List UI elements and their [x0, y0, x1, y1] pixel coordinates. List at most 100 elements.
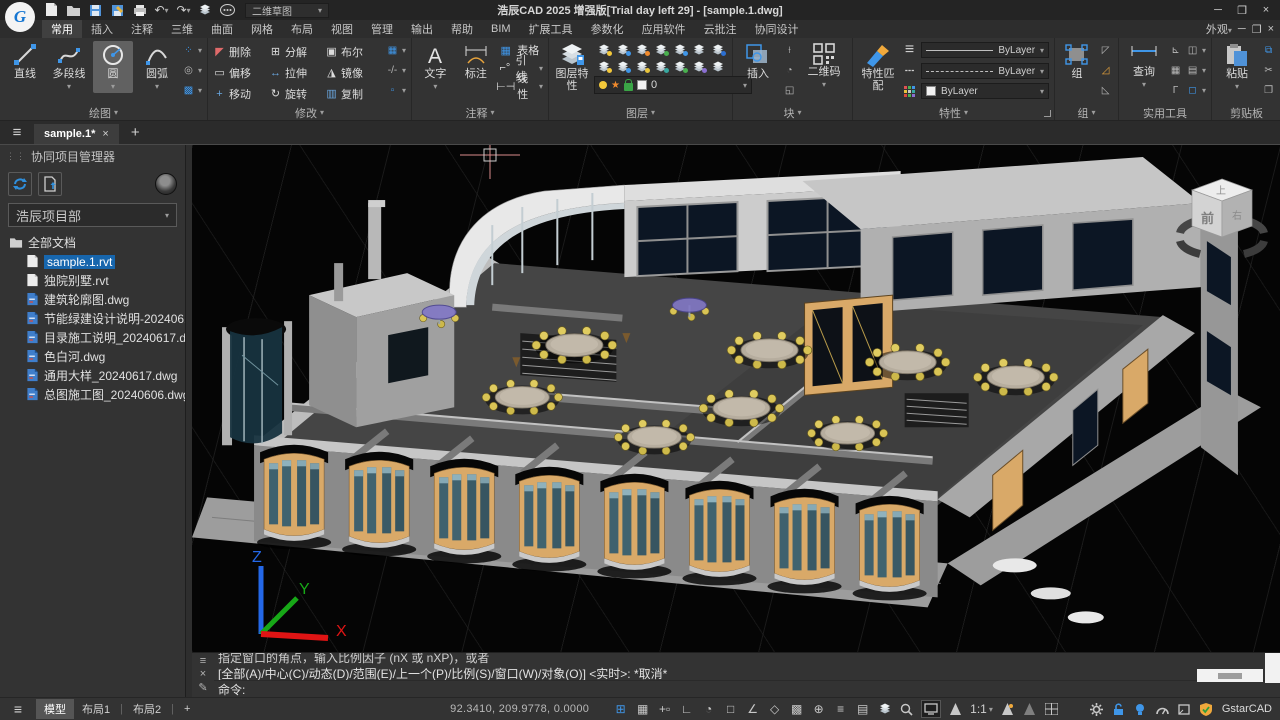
- quick-select-icon[interactable]: ◻: [1185, 85, 1200, 96]
- polar-tracking-icon[interactable]: ◔: [701, 702, 716, 716]
- tab-close-icon[interactable]: ×: [102, 128, 108, 140]
- grid-icon[interactable]: ▦: [635, 702, 650, 716]
- drag-handle-icon[interactable]: ⋮⋮: [6, 151, 26, 162]
- appearance-menu[interactable]: 外观▾: [1206, 21, 1232, 37]
- command-line-panel[interactable]: ≡ × ✎ 指定窗口的角点，输入比例因子 (nX 或 nXP)，或者 [全部(A…: [192, 652, 1280, 697]
- fullscreen-icon[interactable]: [1177, 704, 1192, 715]
- scale-tool-icon[interactable]: ▫: [385, 85, 400, 96]
- annotation-scale-control[interactable]: 1:1▾: [970, 702, 993, 716]
- move-button[interactable]: +移动: [213, 83, 269, 104]
- angle-measure-icon[interactable]: ⊾: [1168, 45, 1183, 56]
- object-snap-icon[interactable]: □: [723, 702, 738, 716]
- tree-root-folder[interactable]: 全部文档: [0, 233, 185, 252]
- tab-surface[interactable]: 曲面: [202, 20, 242, 38]
- status-menu-icon[interactable]: ≡: [0, 701, 36, 717]
- break-icon[interactable]: -/-: [385, 65, 400, 76]
- snap-mode-icon[interactable]: +▫: [657, 702, 672, 716]
- tab-view[interactable]: 视图: [322, 20, 362, 38]
- ungroup-icon[interactable]: ◸: [1098, 45, 1113, 56]
- group-label-properties[interactable]: 特性▾: [853, 105, 1054, 120]
- gstarcad-logo[interactable]: G: [5, 2, 35, 32]
- line-button[interactable]: 直线: [5, 41, 45, 80]
- save-as-icon[interactable]: [110, 3, 125, 18]
- group-label-draw[interactable]: 绘图▾: [0, 105, 207, 120]
- hatch-display-icon[interactable]: ▩: [789, 702, 804, 716]
- avatar[interactable]: [155, 173, 177, 195]
- layer-unlock-icon[interactable]: [651, 41, 670, 58]
- tab-cloud-markup[interactable]: 云批注: [695, 20, 746, 38]
- block-edit-icon[interactable]: ◔: [782, 65, 797, 76]
- circle-button[interactable]: 圆▾: [93, 41, 133, 93]
- copy-button[interactable]: ▥复制: [325, 83, 381, 104]
- tab-bim[interactable]: BIM: [482, 22, 520, 36]
- block-attrib-icon[interactable]: ⟊: [782, 45, 797, 56]
- settings-gear-icon[interactable]: [1089, 703, 1104, 716]
- drawing-viewport[interactable]: 上 前 右 Z Y X: [192, 145, 1280, 652]
- paste-button[interactable]: 粘贴▾: [1217, 41, 1257, 93]
- array-icon[interactable]: ▦: [385, 45, 400, 56]
- layer-restore-icon[interactable]: [689, 58, 708, 75]
- lineweight-select[interactable]: ByLayer▾: [921, 42, 1049, 58]
- comment-icon[interactable]: [220, 3, 235, 18]
- tab-output[interactable]: 输出: [402, 20, 442, 38]
- command-vertical-scrollbar[interactable]: [1265, 653, 1280, 683]
- block-define-icon[interactable]: ◱: [782, 85, 797, 96]
- doc-close-button[interactable]: ×: [1268, 23, 1274, 35]
- clean-screen-icon[interactable]: [921, 700, 941, 718]
- offset-button[interactable]: ▭偏移: [213, 62, 269, 83]
- layer-off-icon[interactable]: [594, 58, 613, 75]
- command-input[interactable]: 命令:: [214, 680, 1280, 697]
- panel-title-bar[interactable]: ⋮⋮ 协同项目管理器: [0, 145, 185, 167]
- layer-merge-icon[interactable]: [689, 41, 708, 58]
- security-shield-icon[interactable]: [1199, 703, 1214, 716]
- layout1-tab[interactable]: 布局1: [74, 699, 118, 719]
- calculator-icon[interactable]: ▦: [1168, 65, 1183, 76]
- cut-icon[interactable]: ✂: [1261, 65, 1276, 76]
- dialog-launcher-icon[interactable]: [1044, 110, 1051, 117]
- explode-button[interactable]: ⊞分解: [269, 41, 325, 62]
- command-grip-icon[interactable]: ≡: [200, 655, 206, 667]
- point-style-icon[interactable]: ⁘: [181, 45, 196, 56]
- tree-file-item[interactable]: 通用大样_20240617.dwg: [0, 366, 185, 385]
- layer-freeze-icon[interactable]: [613, 41, 632, 58]
- osnap-3d-icon[interactable]: ◇: [767, 702, 782, 716]
- copy-clip-icon[interactable]: ⧉: [1261, 45, 1276, 56]
- tab-mesh[interactable]: 网格: [242, 20, 282, 38]
- tab-insert[interactable]: 插入: [82, 20, 122, 38]
- new-file-icon[interactable]: [44, 3, 59, 18]
- layer-lock2-icon[interactable]: [632, 58, 651, 75]
- mirror-button[interactable]: ◮镜像: [325, 62, 381, 83]
- layer-properties-button[interactable]: 图层特性: [554, 41, 590, 92]
- new-layout-button[interactable]: +: [176, 701, 198, 717]
- sync-button[interactable]: [8, 172, 32, 196]
- new-tab-button[interactable]: +: [131, 124, 140, 141]
- polyline-button[interactable]: 多段线▾: [49, 41, 89, 93]
- layer-isolate-icon[interactable]: [670, 41, 689, 58]
- command-horizontal-scrollbar[interactable]: [1197, 669, 1263, 682]
- group-button[interactable]: 组: [1060, 41, 1094, 80]
- tree-file-item[interactable]: 总图施工图_20240606.dwg: [0, 385, 185, 404]
- tab-help[interactable]: 帮助: [442, 20, 482, 38]
- qrcode-button[interactable]: 二维码▾: [801, 41, 847, 91]
- insert-block-button[interactable]: 插入: [738, 41, 778, 80]
- arc-button[interactable]: 圆弧▾: [137, 41, 177, 93]
- new-document-button[interactable]: [38, 172, 62, 196]
- text-button[interactable]: A 文字▾: [417, 41, 454, 93]
- tab-express[interactable]: 扩展工具: [520, 20, 582, 38]
- layer-prev-icon[interactable]: [670, 58, 689, 75]
- command-close-icon[interactable]: ×: [200, 668, 206, 680]
- angle-snap-icon[interactable]: ∠: [745, 702, 760, 716]
- layer-states2-icon[interactable]: [708, 58, 727, 75]
- view-cube[interactable]: 上 前 右: [1170, 173, 1274, 269]
- group-label-clipboard[interactable]: 剪贴板: [1212, 105, 1280, 120]
- tab-manage[interactable]: 管理: [362, 20, 402, 38]
- tree-file-item[interactable]: 色白河.dwg: [0, 347, 185, 366]
- list-icon[interactable]: ▤: [1185, 65, 1200, 76]
- linetype-select[interactable]: ByLayer▾: [921, 63, 1049, 79]
- id-point-icon[interactable]: ◫: [1185, 45, 1200, 56]
- minimize-button[interactable]: ─: [1208, 2, 1228, 18]
- tab-layout[interactable]: 布局: [282, 20, 322, 38]
- restore-button[interactable]: ❐: [1232, 2, 1252, 18]
- tree-file-item[interactable]: 目录施工说明_20240617.dwg: [0, 328, 185, 347]
- tab-home[interactable]: 常用: [42, 20, 82, 38]
